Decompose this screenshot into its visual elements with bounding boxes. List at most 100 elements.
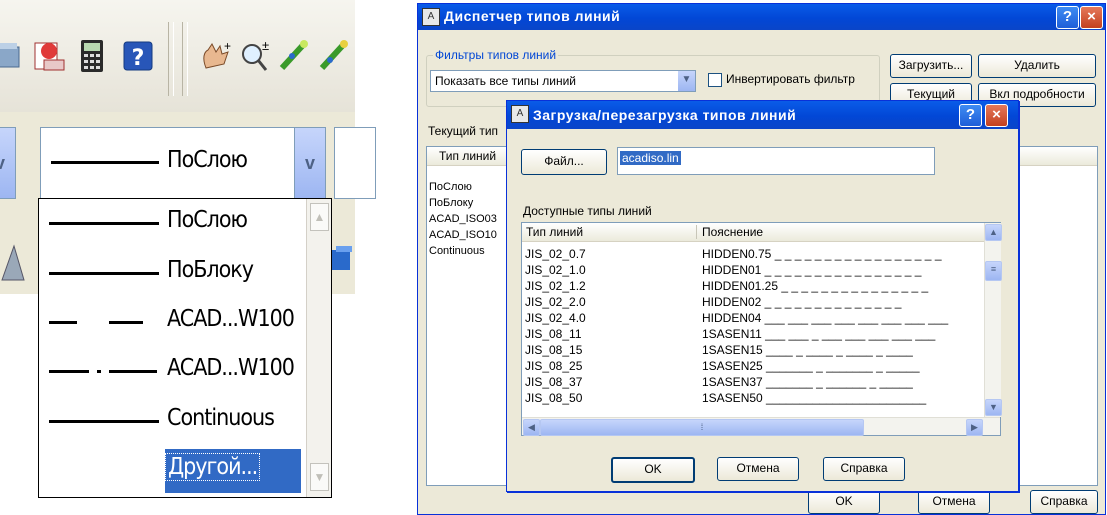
table-row[interactable]: ACAD_ISO10 [429, 229, 497, 241]
list-item[interactable]: Continuous [41, 399, 303, 443]
dashed-line-preview [109, 321, 143, 324]
current-linetype-label: Текущий тип [428, 124, 499, 138]
row-name: JIS_08_25 [525, 359, 583, 373]
table-row[interactable]: ПоБлоку [429, 197, 473, 209]
list-header: Тип линий Пояснение [522, 223, 984, 242]
file-button[interactable]: Файл... [521, 149, 607, 175]
file-path-value: acadiso.lin [620, 151, 681, 165]
filter-select[interactable]: Показать все типы линий ▼ [430, 70, 696, 92]
scroll-up-icon[interactable]: ▲ [985, 224, 1002, 241]
row-description: 1SASEN15 ____ _ ____ _ ____ _ ____ [702, 343, 913, 357]
list-item[interactable]: ПоСлою [41, 201, 303, 245]
autocad-app-icon: A [511, 105, 529, 123]
zoom-realtime-icon[interactable]: ± [236, 36, 276, 76]
help-icon[interactable]: ? [118, 36, 158, 76]
column-header-description[interactable]: Пояснение [702, 225, 763, 239]
table-row[interactable]: Continuous [429, 245, 485, 257]
box-icon[interactable] [330, 244, 354, 277]
lineweight-combo[interactable] [334, 127, 376, 199]
table-row[interactable]: JIS_08_25 1SASEN25 _______ _ _______ _ __… [523, 359, 981, 373]
pencil-2-icon[interactable] [314, 36, 354, 76]
table-row[interactable]: ACAD_ISO03 [429, 213, 497, 225]
filters-group-label: Фильтры типов линий [433, 48, 559, 62]
close-title-button[interactable]: × [985, 104, 1008, 127]
scroll-thumb[interactable]: ≡ [985, 261, 1002, 281]
scroll-down-icon[interactable]: ▼ [310, 463, 329, 491]
available-linetypes-label: Доступные типы линий [523, 204, 652, 218]
table-row[interactable]: JIS_08_15 1SASEN15 ____ _ ____ _ ____ _ _… [523, 343, 981, 357]
properties-toolbar: v ПоСлою v [0, 112, 376, 204]
invert-filter-checkbox[interactable] [708, 73, 722, 87]
column-header-type[interactable]: Тип линий [439, 149, 496, 163]
available-linetypes-list[interactable]: Тип линий Пояснение JIS_02_0.7 HIDDEN0.75… [521, 222, 1002, 436]
scroll-down-icon[interactable]: ▼ [985, 399, 1002, 416]
row-description: 1SASEN37 _______ _ ______ _ _____ [702, 375, 913, 389]
table-row[interactable]: JIS_02_4.0 HIDDEN04 ___ ___ ___ ___ ___ _… [523, 311, 981, 325]
list-item[interactable]: ПоБлоку [41, 251, 303, 295]
row-name: JIS_02_1.2 [525, 279, 586, 293]
ok-button[interactable]: OK [808, 490, 880, 514]
cancel-button[interactable]: Отмена [918, 490, 990, 514]
toolbar-separator [168, 22, 174, 96]
chevron-down-icon[interactable]: v [0, 128, 15, 198]
table-row[interactable]: JIS_08_37 1SASEN37 _______ _ ______ _ ___… [523, 375, 981, 389]
list-item-selected[interactable]: Другой... [165, 449, 301, 493]
horizontal-scrollbar[interactable]: ◀ ⁞ ▶ [522, 417, 1000, 436]
table-row[interactable]: JIS_08_50 1SASEN50 ______________________… [523, 391, 981, 405]
row-name: JIS_02_0.7 [525, 247, 586, 261]
list-item-label: ПоСлою [167, 207, 248, 233]
linetype-combo[interactable]: ПоСлою v [40, 127, 326, 199]
delete-button[interactable]: Удалить [978, 54, 1096, 78]
list-item-label: ACAD...W100 [167, 306, 295, 332]
help-title-button[interactable]: ? [959, 104, 982, 127]
list-item[interactable]: ACAD...W100 [41, 300, 303, 344]
table-row[interactable]: JIS_02_2.0 HIDDEN02 _ _ _ _ _ _ _ _ _ _ _… [523, 295, 981, 309]
list-item-label: ПоБлоку [167, 257, 254, 283]
help-button[interactable]: Справка [823, 457, 905, 481]
invert-filter-label: Инвертировать фильтр [726, 72, 855, 86]
dropdown-scrollbar[interactable]: ▲ ▼ [306, 199, 331, 497]
sheet-set-icon[interactable] [30, 36, 70, 76]
scroll-thumb[interactable]: ⁞ [540, 419, 864, 436]
cone-icon[interactable] [0, 244, 26, 287]
row-name: JIS_08_37 [525, 375, 583, 389]
cancel-button[interactable]: Отмена [717, 457, 799, 481]
row-description: 1SASEN11 ___ ___ _ ___ ___ ___ ___ ___ [702, 327, 936, 341]
load-button[interactable]: Загрузить... [890, 54, 972, 78]
close-title-button[interactable]: × [1080, 6, 1103, 29]
table-row[interactable]: ПоСлою [429, 181, 472, 193]
vertical-scrollbar[interactable]: ▲ ≡ ▼ [984, 223, 1002, 417]
filter-select-value: Показать все типы линий [435, 74, 576, 88]
row-description: 1SASEN50 ________________________ [702, 391, 927, 405]
table-row[interactable]: JIS_02_0.7 HIDDEN0.75 _ _ _ _ _ _ _ _ _ _… [523, 247, 981, 261]
linetype-dropdown-list[interactable]: ПоСлою ПоБлоку ACAD...W100 ACAD...W100 C… [38, 198, 332, 498]
chevron-down-icon[interactable]: v [294, 128, 325, 198]
pencil-icon[interactable] [274, 36, 314, 76]
chevron-down-icon[interactable]: ▼ [678, 71, 695, 91]
table-row[interactable]: JIS_02_1.0 HIDDEN01 _ _ _ _ _ _ _ _ _ _ _… [523, 263, 981, 277]
help-title-button[interactable]: ? [1056, 6, 1079, 29]
scroll-left-icon[interactable]: ◀ [523, 419, 540, 436]
load-linetypes-dialog: A Загрузка/перезагрузка типов линий ? × … [506, 100, 1019, 492]
svg-text:+: + [224, 39, 231, 53]
row-description: HIDDEN0.75 _ _ _ _ _ _ _ _ _ _ _ _ _ _ _… [702, 247, 942, 261]
pan-icon[interactable]: + [196, 36, 236, 76]
row-description: HIDDEN01.25 _ _ _ _ _ _ _ _ _ _ _ _ _ _ … [702, 279, 929, 293]
ok-button[interactable]: OK [611, 457, 695, 483]
scroll-up-icon[interactable]: ▲ [310, 203, 329, 231]
row-name: JIS_02_1.0 [525, 263, 586, 277]
color-combo[interactable]: v [0, 127, 16, 199]
table-row[interactable]: JIS_02_1.2 HIDDEN01.25 _ _ _ _ _ _ _ _ _ … [523, 279, 981, 293]
file-path-field[interactable]: acadiso.lin [617, 147, 935, 175]
column-header-type[interactable]: Тип линий [526, 225, 583, 239]
list-item-label: ACAD...W100 [167, 355, 295, 381]
calculator-icon[interactable] [72, 36, 112, 76]
layer-icon[interactable] [0, 36, 26, 76]
scroll-right-icon[interactable]: ▶ [966, 419, 983, 436]
list-item-label: Continuous [167, 405, 275, 431]
svg-text:±: ± [262, 38, 269, 53]
row-name: JIS_08_50 [525, 391, 583, 405]
help-button[interactable]: Справка [1030, 490, 1098, 514]
table-row[interactable]: JIS_08_11 1SASEN11 ___ ___ _ ___ ___ ___ … [523, 327, 981, 341]
list-item[interactable]: ACAD...W100 [41, 349, 303, 393]
